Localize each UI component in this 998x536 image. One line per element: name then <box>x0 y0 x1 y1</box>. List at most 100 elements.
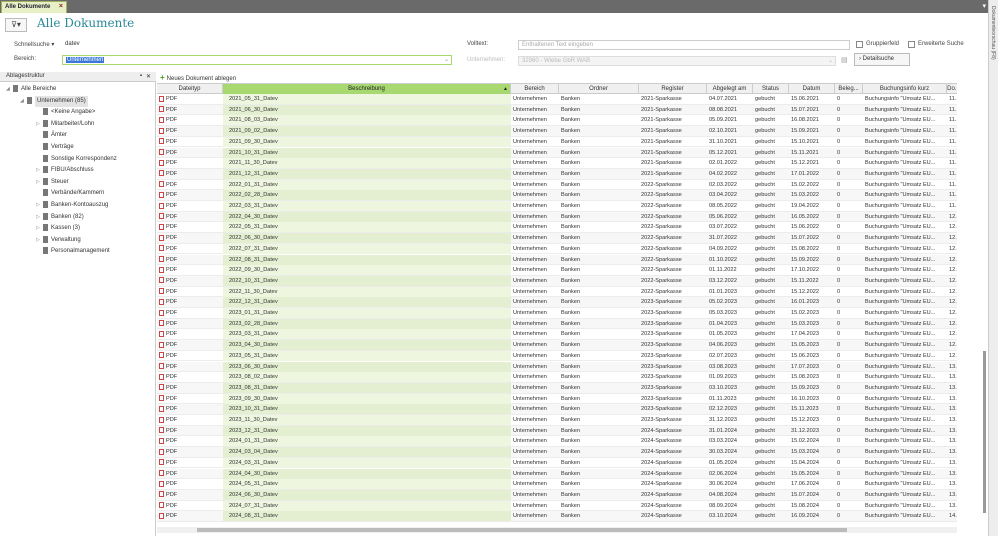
table-cell: 2024_08_31_Datev <box>223 511 511 522</box>
area-select[interactable]: Unternehmen ⌄ <box>62 55 452 65</box>
close-icon[interactable]: ✕ <box>146 73 151 80</box>
expand-arrow-icon[interactable]: ▷ <box>36 119 43 130</box>
column-header[interactable]: Buchungsinfo kurz <box>863 84 947 94</box>
tab-alle-dokumente[interactable]: Alle Dokumente × <box>1 1 67 13</box>
table-row[interactable]: PDF 2023_05_31_Datev Unternehmen Banken 2023… <box>157 350 957 362</box>
extended-search-checkbox[interactable] <box>908 41 915 48</box>
column-header[interactable]: Dateityp <box>157 84 223 94</box>
table-row[interactable]: PDF 2024_06_30_Datev Unternehmen Banken 2024… <box>157 489 957 501</box>
table-row[interactable]: PDF 2024_05_31_Datev Unternehmen Banken 2024… <box>157 479 957 490</box>
table-row[interactable]: PDF 2022_12_31_Datev Unternehmen Banken 2023… <box>157 297 957 308</box>
tree-item[interactable]: ▷ Steuer <box>36 177 69 188</box>
tree-item[interactable]: Verträge <box>36 142 74 153</box>
new-document-button[interactable]: + Neues Dokument ablegen <box>160 73 236 82</box>
tree-item[interactable]: ▷ Banken (82) <box>36 212 84 223</box>
table-row[interactable]: PDF 2022_04_30_Datev Unternehmen Banken 2022… <box>157 211 957 223</box>
column-header[interactable]: Ordner <box>559 84 639 94</box>
table-row[interactable]: PDF 2023_04_30_Datev Unternehmen Banken 2023… <box>157 340 957 351</box>
cell-text: Buchungsinfo "Umsatz EU... <box>865 181 936 188</box>
quick-search-input[interactable]: datev <box>62 40 451 50</box>
table-row[interactable]: PDF 2022_10_31_Datev Unternehmen Banken 2022… <box>157 275 957 287</box>
close-icon[interactable]: × <box>59 3 63 10</box>
column-header[interactable]: Beschreibung ▲ <box>223 84 511 94</box>
tree-item[interactable]: <Keine Angabe> <box>36 107 95 118</box>
scrollbar-thumb[interactable] <box>983 351 986 513</box>
table-row[interactable]: PDF 2023_10_31_Datev Unternehmen Banken 2023… <box>157 404 957 415</box>
table-row[interactable]: PDF 2024_07_31_Datev Unternehmen Banken 2024… <box>157 500 957 512</box>
table-row[interactable]: PDF 2024_03_31_Datev Unternehmen Banken 2024… <box>157 457 957 469</box>
table-row[interactable]: PDF 2021_05_31_Datev Unternehmen Banken 2021… <box>157 94 957 105</box>
tree-item[interactable]: ▷ FIBU/Abschluss <box>36 165 94 176</box>
table-row[interactable]: PDF 2021_10_31_Datev Unternehmen Banken 2021… <box>157 147 957 159</box>
table-row[interactable]: PDF 2022_11_30_Datev Unternehmen Banken 2022… <box>157 286 957 298</box>
company-select[interactable]: 32960 - Wiebe GbR WAB ⌄ <box>518 56 836 66</box>
tree-item[interactable]: ◢ Alle Bereiche <box>6 84 56 95</box>
calendar-icon[interactable]: ▤ <box>841 56 848 64</box>
tree-item[interactable]: Personalmanagement <box>36 246 110 257</box>
preview-side-panel[interactable]: Dokumentvorschau (F8) <box>988 0 998 536</box>
expand-arrow-icon[interactable]: ▷ <box>36 223 43 234</box>
tree-item[interactable]: ▷ Verwaltung <box>36 235 81 246</box>
table-row[interactable]: PDF 2023_11_30_Datev Unternehmen Banken 2023… <box>157 415 957 426</box>
group-field-checkbox[interactable] <box>856 41 863 48</box>
column-header[interactable]: Status <box>753 84 789 94</box>
filter-icon[interactable]: ⊽▾ <box>5 18 27 32</box>
tree-item[interactable]: Verbände/Kammern <box>36 188 104 199</box>
table-row[interactable]: PDF 2022_02_28_Datev Unternehmen Banken 2022… <box>157 190 957 201</box>
column-header[interactable]: Do... <box>947 84 957 94</box>
chevron-down-icon[interactable]: ⌄ <box>444 56 449 63</box>
expand-arrow-icon[interactable]: ▷ <box>36 165 43 176</box>
table-row[interactable]: PDF 2022_06_30_Datev Unternehmen Banken 2022… <box>157 233 957 244</box>
tree-item[interactable]: ▷ Banken-Kontoauszug <box>36 200 108 211</box>
table-row[interactable]: PDF 2024_01_31_Datev Unternehmen Banken 2024… <box>157 436 957 448</box>
expand-arrow-icon[interactable]: ▷ <box>36 212 43 223</box>
table-row[interactable]: PDF 2024_04_30_Datev Unternehmen Banken 2024… <box>157 468 957 480</box>
tree-item[interactable]: ▷ Mitarbeiter/Lohn <box>36 119 94 130</box>
cell-text: 2023_09_30_Datev <box>229 395 278 402</box>
table-row[interactable]: PDF 2023_08_02_Datev Unternehmen Banken 2023… <box>157 372 957 383</box>
tree-item[interactable]: ▷ Kassen (3) <box>36 223 80 234</box>
table-row[interactable]: PDF 2022_09_30_Datev Unternehmen Banken 2022… <box>157 265 957 276</box>
table-row[interactable]: PDF 2023_02_28_Datev Unternehmen Banken 2023… <box>157 318 957 330</box>
table-row[interactable]: PDF 2023_08_31_Datev Unternehmen Banken 2023… <box>157 382 957 394</box>
table-row[interactable]: PDF 2022_07_31_Datev Unternehmen Banken 2022… <box>157 243 957 255</box>
quick-search-label[interactable]: Schnellsuche ▾ <box>14 41 54 48</box>
expand-arrow-icon[interactable]: ◢ <box>6 84 13 95</box>
table-row[interactable]: PDF 2024_08_31_Datev Unternehmen Banken 2024… <box>157 511 957 522</box>
pin-icon[interactable]: ▪ <box>140 73 142 79</box>
tree-item[interactable]: Sonstige Korrespondenz <box>36 154 117 165</box>
table-row[interactable]: PDF 2021_11_30_Datev Unternehmen Banken 2021… <box>157 158 957 169</box>
table-row[interactable]: PDF 2021_09_02_Datev Unternehmen Banken 2021… <box>157 126 957 137</box>
table-row[interactable]: PDF 2021_08_03_Datev Unternehmen Banken 2021… <box>157 115 957 127</box>
fulltext-input[interactable]: Enthaltenen Text eingeben <box>518 40 850 50</box>
tree-item[interactable]: ◢ Unternehmen (85) <box>20 95 88 107</box>
horizontal-scrollbar[interactable] <box>157 527 957 533</box>
tree-item[interactable]: Ämter <box>36 130 67 141</box>
table-row[interactable]: PDF 2022_01_31_Datev Unternehmen Banken 2022… <box>157 179 957 191</box>
column-header[interactable]: Datum <box>789 84 835 94</box>
column-header[interactable]: Abgelegt am <box>707 84 753 94</box>
table-row[interactable]: PDF 2022_05_31_Datev Unternehmen Banken 2022… <box>157 222 957 234</box>
scrollbar-thumb[interactable] <box>197 528 847 532</box>
chevron-down-icon[interactable]: ▾ <box>982 2 986 10</box>
table-row[interactable]: PDF 2022_08_31_Datev Unternehmen Banken 2022… <box>157 254 957 266</box>
expand-arrow-icon[interactable]: ▷ <box>36 177 43 188</box>
detail-search-button[interactable]: › Detailsuche <box>854 53 910 66</box>
table-row[interactable]: PDF 2021_09_30_Datev Unternehmen Banken 2021… <box>157 136 957 148</box>
table-row[interactable]: PDF 2023_12_31_Datev Unternehmen Banken 2024… <box>157 425 957 437</box>
table-row[interactable]: PDF 2024_03_04_Datev Unternehmen Banken 2024… <box>157 447 957 458</box>
table-row[interactable]: PDF 2021_12_31_Datev Unternehmen Banken 2021… <box>157 168 957 180</box>
expand-arrow-icon[interactable]: ▷ <box>36 200 43 211</box>
expand-arrow-icon[interactable]: ◢ <box>20 96 27 107</box>
table-row[interactable]: PDF 2023_03_31_Datev Unternehmen Banken 2023… <box>157 329 957 341</box>
column-header[interactable]: Beleg... <box>835 84 863 94</box>
expand-arrow-icon[interactable]: ▷ <box>36 235 43 246</box>
table-row[interactable]: PDF 2022_03_31_Datev Unternehmen Banken 2022… <box>157 201 957 212</box>
table-row[interactable]: PDF 2021_06_30_Datev Unternehmen Banken 2021… <box>157 104 957 116</box>
column-header[interactable]: Bereich <box>511 84 559 94</box>
table-row[interactable]: PDF 2023_01_31_Datev Unternehmen Banken 2023… <box>157 308 957 319</box>
column-header[interactable]: Register <box>639 84 707 94</box>
table-row[interactable]: PDF 2023_06_30_Datev Unternehmen Banken 2023… <box>157 361 957 373</box>
table-row[interactable]: PDF 2023_09_30_Datev Unternehmen Banken 2023… <box>157 393 957 405</box>
vertical-scrollbar[interactable] <box>957 83 987 523</box>
